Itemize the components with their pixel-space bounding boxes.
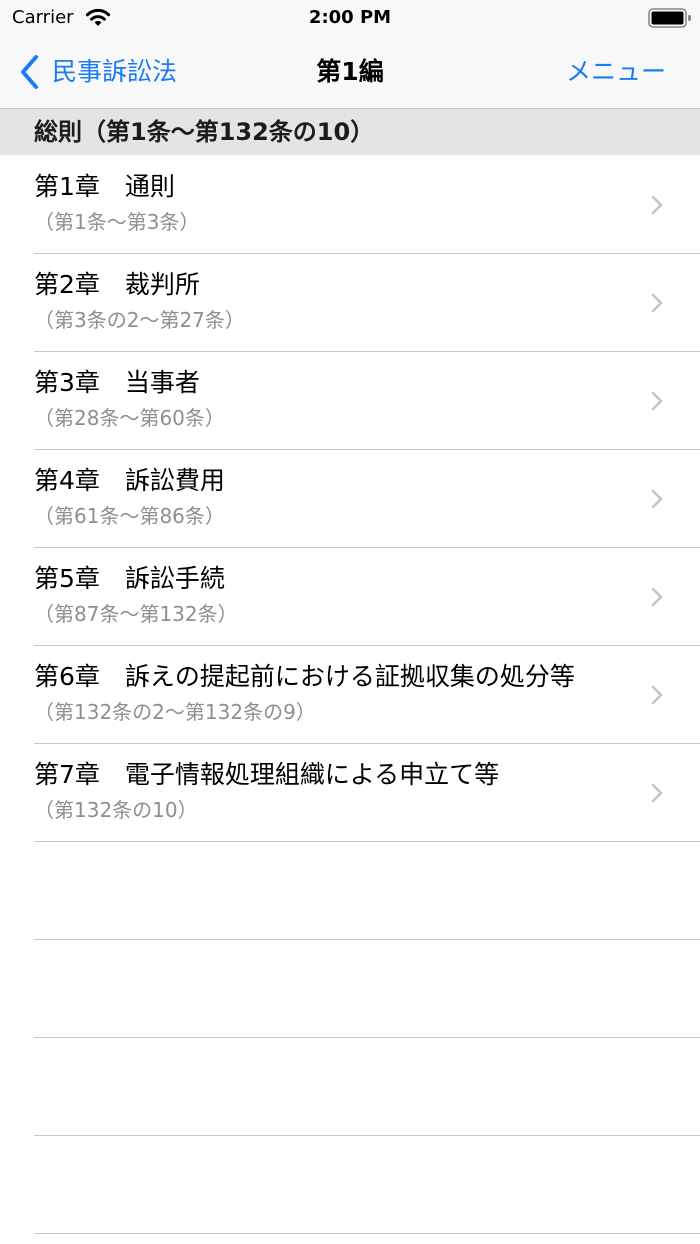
chapter-article-range: （第1条〜第3条） [34,210,200,234]
chapter-article-range: （第61条〜第86条） [34,504,225,528]
chevron-right-icon [651,587,663,607]
chevron-right-icon [651,783,663,803]
chapter-article-range: （第28条〜第60条） [34,406,225,430]
page-title: 第1編 [316,57,384,86]
chapter-article-range: （第87条〜第132条） [34,602,238,626]
status-time: 2:00 PM [308,7,392,28]
battery-icon [648,8,691,28]
chapter-title: 第3章 当事者 [34,368,200,397]
chapter-row-4[interactable]: 第4章 訴訟費用 （第61条〜第86条） [0,450,700,548]
back-button-label: 民事訴訟法 [52,57,178,86]
chapter-title: 第5章 訴訟手続 [34,564,225,593]
chapter-row-6[interactable]: 第6章 訴えの提起前における証拠収集の処分等 （第132条の2〜第132条の9） [0,646,700,744]
empty-row [0,1038,700,1136]
section-header-label: 総則（第1条〜第132条の10） [34,118,375,146]
chapter-row-5[interactable]: 第5章 訴訟手続 （第87条〜第132条） [0,548,700,646]
chapter-row-1[interactable]: 第1章 通則 （第1条〜第3条） [0,156,700,254]
chapter-title: 第7章 電子情報処理組織による申立て等 [34,760,500,789]
chevron-right-icon [651,685,663,705]
chevron-right-icon [651,391,663,411]
back-button[interactable]: 民事訴訟法 [18,52,177,92]
navigation-bar: 民事訴訟法 第1編 メニュー [0,36,700,109]
chapter-title: 第4章 訴訟費用 [34,466,225,495]
chapter-title: 第1章 通則 [34,172,175,201]
chapter-row-7[interactable]: 第7章 電子情報処理組織による申立て等 （第132条の10） [0,744,700,842]
empty-row [0,940,700,1038]
chevron-right-icon [651,489,663,509]
chapter-article-range: （第3条の2〜第27条） [34,308,245,332]
chapter-title: 第2章 裁判所 [34,270,200,299]
chevron-right-icon [651,293,663,313]
chevron-left-icon [21,55,38,89]
chapter-title: 第6章 訴えの提起前における証拠収集の処分等 [34,662,575,691]
empty-row [0,842,700,940]
chapter-list: 第1章 通則 （第1条〜第3条） 第2章 裁判所 （第3条の2〜第27条） 第3… [0,156,700,1234]
status-bar: Carrier 2:00 PM [0,0,700,36]
section-header: 総則（第1条〜第132条の10） [0,109,700,155]
chapter-article-range: （第132条の10） [34,798,198,822]
empty-row [0,1136,700,1234]
menu-button[interactable]: メニュー [566,54,666,90]
chapter-article-range: （第132条の2〜第132条の9） [34,700,316,724]
chevron-right-icon [651,195,663,215]
chapter-row-3[interactable]: 第3章 当事者 （第28条〜第60条） [0,352,700,450]
chapter-row-2[interactable]: 第2章 裁判所 （第3条の2〜第27条） [0,254,700,352]
